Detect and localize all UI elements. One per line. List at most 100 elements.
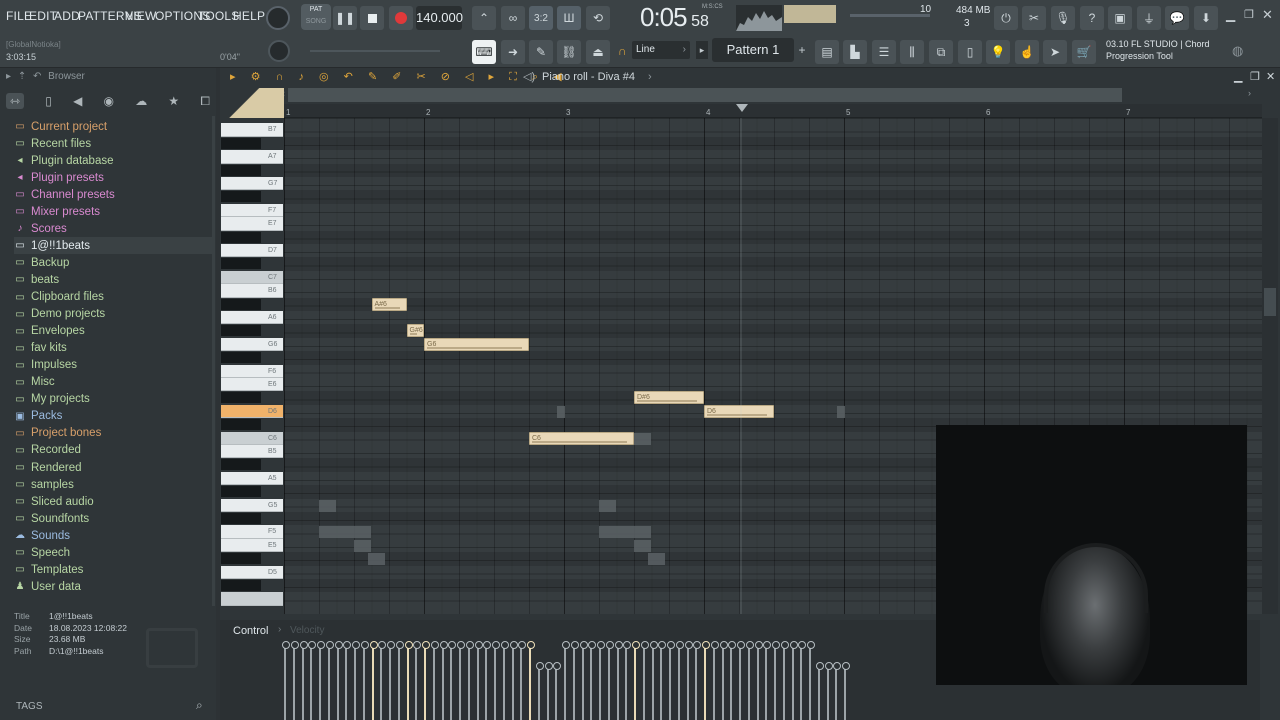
velocity-bar[interactable] (483, 641, 492, 720)
audio-input-button[interactable]: 🎙 (1051, 6, 1075, 30)
velocity-bar[interactable] (597, 641, 605, 720)
pat-song-toggle[interactable]: PAT SONG (301, 4, 331, 30)
note[interactable]: D#6 (634, 391, 704, 405)
browser-item[interactable]: ☁ Sounds (14, 527, 214, 544)
velocity-bar[interactable] (430, 641, 439, 720)
velocity-bar[interactable] (562, 641, 570, 720)
pencil-tool-button[interactable]: ✎ (529, 40, 553, 64)
velocity-bar[interactable] (702, 641, 710, 720)
velocity-bar[interactable] (807, 641, 815, 720)
black-key[interactable] (221, 191, 261, 203)
browser-item[interactable]: ▭ Impulses (14, 357, 214, 374)
velocity-bar[interactable] (317, 641, 325, 720)
timeline-ruler[interactable] (284, 104, 1262, 118)
stop-button[interactable] (360, 6, 384, 30)
browser-item[interactable]: ▭ Recent files (14, 135, 214, 152)
browser-item[interactable]: ◂ Plugin presets (14, 169, 214, 186)
velocity-bar[interactable] (605, 641, 614, 720)
browser-item[interactable]: ▭ Current project (14, 118, 214, 135)
velocity-bar[interactable] (352, 641, 360, 720)
note[interactable]: C6 (529, 431, 634, 445)
menu-help[interactable]: HELP (233, 9, 265, 23)
velocity-bar[interactable] (667, 641, 675, 720)
note[interactable]: A#6 (371, 297, 407, 311)
velocity-bar[interactable] (588, 641, 597, 720)
browser-item[interactable]: ▭ Templates (14, 561, 214, 578)
velocity-bar[interactable] (413, 641, 422, 720)
velocity-bar[interactable] (308, 641, 317, 720)
overview-scrollbar[interactable] (288, 88, 1122, 102)
black-key[interactable] (221, 392, 261, 404)
browser-item[interactable]: ◂ Plugin database (14, 152, 214, 169)
black-key[interactable] (221, 298, 261, 310)
browser-files-icon[interactable]: ▯ (45, 94, 52, 108)
velocity-bar[interactable] (378, 641, 387, 720)
menu-view[interactable]: VIEW (125, 9, 156, 23)
loop-record-button[interactable]: ⟲ (586, 6, 610, 30)
online-button[interactable]: ⏻ (994, 6, 1018, 30)
scroll-thumb[interactable] (1264, 288, 1276, 316)
velocity-bar[interactable] (675, 641, 684, 720)
browser-scrollbar[interactable] (212, 116, 215, 606)
snap-select[interactable]: Line › (632, 41, 690, 59)
mixer-button[interactable]: ⫼ (900, 40, 924, 64)
velocity-bar[interactable] (719, 641, 728, 720)
window-close-button[interactable]: ✕ (1262, 7, 1273, 23)
browser-item[interactable]: ▭ Rendered (14, 459, 214, 476)
velocity-bar[interactable] (553, 662, 562, 720)
velocity-bar[interactable] (535, 662, 544, 720)
black-key[interactable] (221, 137, 261, 149)
velocity-bar[interactable] (544, 662, 553, 720)
master-volume-knob[interactable] (266, 6, 290, 30)
browser-item[interactable]: ▭ Speech (14, 544, 214, 561)
velocity-bar[interactable] (780, 641, 789, 720)
velocity-bar[interactable] (658, 641, 667, 720)
touch-keyboard-button[interactable]: ☝ (1015, 40, 1039, 64)
velocity-bar[interactable] (570, 641, 579, 720)
velocity-bar[interactable] (754, 641, 763, 720)
step-edit-button[interactable]: Ш (557, 6, 581, 30)
velocity-bar[interactable] (387, 641, 395, 720)
pattern-selector[interactable]: Pattern 1 (712, 38, 794, 62)
plugin-db-button[interactable]: 💡 (986, 40, 1010, 64)
channel-rack-button[interactable]: ☰ (872, 40, 896, 64)
piano-roll-tool-button[interactable]: ⌨ (472, 40, 496, 64)
velocity-bar[interactable] (772, 641, 780, 720)
undo-history-button[interactable]: ✂ (1022, 6, 1046, 30)
black-key[interactable] (221, 459, 261, 471)
velocity-bar[interactable] (737, 641, 745, 720)
velocity-bar[interactable] (343, 641, 352, 720)
countdown-button[interactable]: 3:2 (529, 6, 553, 30)
pr-close-button[interactable]: ✕ (1266, 68, 1275, 86)
velocity-bar[interactable] (448, 641, 457, 720)
velocity-bar[interactable] (632, 641, 640, 720)
velocity-bar[interactable] (684, 641, 693, 720)
pattern-prev-button[interactable]: ▸ (696, 41, 708, 59)
pr-restore-button[interactable]: ❐ (1250, 68, 1260, 86)
black-key[interactable] (221, 164, 261, 176)
browser-button[interactable]: ▯ (958, 40, 982, 64)
plugin-picker-button[interactable]: ⧉ (929, 40, 953, 64)
velocity-bar[interactable] (824, 662, 833, 720)
up-arrow-icon[interactable]: ⇡ (18, 71, 26, 82)
browser-item[interactable]: ▭ Mixer presets (14, 203, 214, 220)
velocity-bar[interactable] (579, 641, 588, 720)
velocity-bar[interactable] (833, 662, 842, 720)
browser-item[interactable]: ♪ Scores (14, 220, 214, 237)
main-pitch-knob[interactable] (268, 40, 290, 62)
browser-item[interactable]: ▭ Channel presets (14, 186, 214, 203)
black-key[interactable] (221, 258, 261, 270)
velocity-bar[interactable] (465, 641, 474, 720)
master-pitch-slider[interactable] (310, 50, 440, 52)
velocity-bar[interactable] (649, 641, 658, 720)
white-key[interactable] (221, 592, 283, 606)
browser-item[interactable]: ▭ samples (14, 476, 214, 493)
velocity-bar[interactable] (395, 641, 404, 720)
window-minimize-button[interactable]: ▁ (1226, 8, 1235, 22)
velocity-bar[interactable] (623, 641, 632, 720)
velocity-bar[interactable] (369, 641, 378, 720)
browser-item[interactable]: ▭ Soundfonts (14, 510, 214, 527)
black-key[interactable] (221, 419, 261, 431)
pr-minimize-button[interactable]: ▁ (1234, 68, 1242, 86)
black-key[interactable] (221, 513, 261, 524)
